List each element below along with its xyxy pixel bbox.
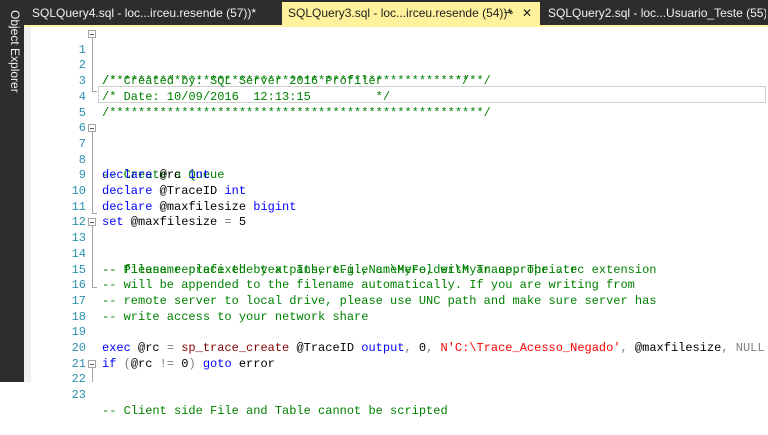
code-line: 15 -- will be appended to the filename a… (24, 247, 768, 293)
collapse-icon[interactable] (88, 218, 96, 227)
code-line: 10 declare @maxfilesize bigint (24, 168, 768, 214)
code-text: -- Client side File and Table cannot be … (102, 403, 448, 418)
code-line: 7 -- Create a Queue (24, 121, 768, 182)
tab-label: SQLQuery3.sql - loc...irceu.resende (54)… (288, 6, 513, 20)
code-line: 19 exec @rc = sp_trace_create @TraceID o… (24, 310, 768, 355)
tab-sqlquery3[interactable]: SQLQuery3.sql - loc...irceu.resende (54)… (282, 2, 540, 25)
code-line: 14 -- filename prefixed by a path, e.g.,… (24, 231, 768, 277)
close-icon[interactable]: ✕ (522, 2, 532, 25)
code-line: 17 -- write access to your network share (24, 278, 768, 324)
collapse-icon[interactable] (88, 30, 96, 38)
pin-icon[interactable]: ⊸ (504, 2, 513, 25)
code-line: 20 if (@rc != 0) goto error (24, 325, 768, 371)
code-line: 4 /*************************************… (24, 74, 768, 120)
line-number: 23 (71, 388, 86, 403)
code-line: 16 -- remote server to local drive, plea… (24, 263, 768, 308)
document-tab-strip: SQLQuery4.sql - loc...irceu.resende (57)… (24, 0, 768, 27)
code-line: 21 (24, 341, 768, 371)
code-line: 3 /* Date: 10/09/2016 12:13:15 */ (24, 58, 768, 104)
code-line: 1 /*************************************… (24, 27, 768, 88)
collapse-icon[interactable] (88, 359, 96, 368)
code-line: 6 (24, 106, 768, 135)
code-line: 9 declare @TraceID int (24, 153, 768, 198)
tab-sqlquery4[interactable]: SQLQuery4.sql - loc...irceu.resende (57)… (26, 2, 280, 25)
tab-label: SQLQuery4.sql - loc...irceu.resende (57)… (32, 6, 257, 20)
code-line: 8 declare @rc int (24, 137, 768, 183)
object-explorer-label[interactable]: Object Explorer (2, 10, 22, 93)
code-line: 23 (24, 372, 768, 402)
object-explorer-sidebar[interactable]: Object Explorer (0, 0, 24, 382)
code-line: 22 -- Client side File and Table cannot … (24, 357, 768, 418)
tab-sqlquery2[interactable]: SQLQuery2.sql - loc...Usuario_Teste (55)… (542, 2, 766, 25)
code-line: 12 (24, 200, 768, 229)
query-editor[interactable]: 1 /*************************************… (24, 27, 768, 418)
code-line: 5 (24, 90, 768, 120)
tab-label: SQLQuery2.sql - loc...Usuario_Teste (55)… (548, 6, 766, 20)
collapse-icon[interactable] (88, 124, 96, 133)
code-line: 13 -- Please replace the text InsertFile… (24, 215, 768, 277)
code-line: 11 set @maxfilesize = 5 (24, 184, 768, 230)
code-line: 18 (24, 294, 768, 324)
code-line: 2 /* Created by: SQL Server 2016 Profile… (24, 43, 768, 88)
